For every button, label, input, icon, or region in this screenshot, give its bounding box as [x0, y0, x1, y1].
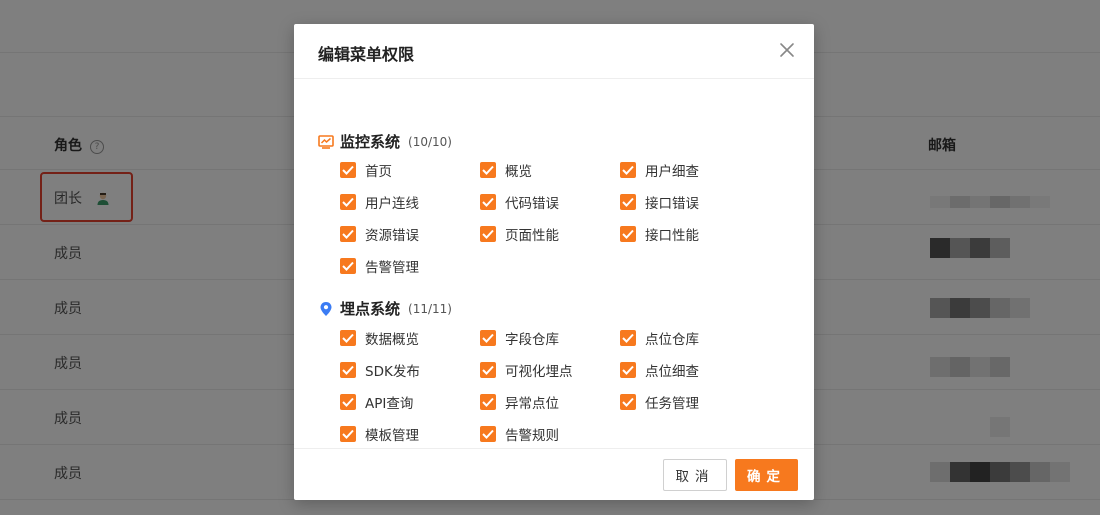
checkbox-label: 任务管理	[645, 396, 699, 412]
checkbox-checked-icon[interactable]	[620, 330, 636, 346]
modal-title: 编辑菜单权限	[318, 45, 415, 64]
checkbox-item[interactable]: 告警管理	[340, 256, 419, 276]
section-title: 监控系统	[340, 133, 401, 151]
checkbox-item[interactable]: 异常点位	[480, 392, 559, 412]
checkbox-label: 告警管理	[365, 260, 419, 276]
checkbox-label: 数据概览	[365, 332, 419, 348]
checkbox-item[interactable]: 接口错误	[620, 192, 699, 212]
checkbox-checked-icon[interactable]	[620, 394, 636, 410]
checkbox-label: 点位细查	[645, 364, 699, 380]
cancel-button[interactable]: 取消	[663, 459, 727, 491]
checkbox-item[interactable]: 告警规则	[480, 424, 559, 444]
checkbox-label: 页面性能	[505, 228, 559, 244]
checkbox-label: 代码错误	[505, 196, 559, 212]
checkbox-checked-icon[interactable]	[340, 162, 356, 178]
checkbox-item[interactable]: 页面性能	[480, 224, 559, 244]
checkbox-item[interactable]: API查询	[340, 392, 413, 412]
checkbox-label: 概览	[505, 164, 532, 180]
checkbox-label: SDK发布	[365, 364, 420, 380]
location-pin-icon	[320, 301, 332, 316]
checkbox-checked-icon[interactable]	[340, 426, 356, 442]
checkbox-checked-icon[interactable]	[480, 226, 496, 242]
checkbox-label: 首页	[365, 164, 392, 180]
checkbox-item[interactable]: 字段仓库	[480, 328, 559, 348]
checkbox-item[interactable]: 资源错误	[340, 224, 419, 244]
checkbox-checked-icon[interactable]	[620, 162, 636, 178]
section-count: (10/10)	[408, 134, 452, 149]
checkbox-item[interactable]: 接口性能	[620, 224, 699, 244]
checkbox-item[interactable]: 点位仓库	[620, 328, 699, 348]
checkbox-label: 异常点位	[505, 396, 559, 412]
checkbox-label: 用户连线	[365, 196, 419, 212]
checkbox-label: 字段仓库	[505, 332, 559, 348]
checkbox-item[interactable]: 概览	[480, 160, 532, 180]
modal-header: 编辑菜单权限	[294, 24, 814, 79]
checkbox-item[interactable]: 数据概览	[340, 328, 419, 348]
checkbox-checked-icon[interactable]	[340, 194, 356, 210]
section-monitor: 监控系统 (10/10)	[318, 131, 452, 152]
checkbox-checked-icon[interactable]	[620, 194, 636, 210]
checkbox-checked-icon[interactable]	[340, 394, 356, 410]
edit-menu-permission-dialog: 编辑菜单权限 监控系统 (10/10) 首页 概览 用户细查 用户连线 代码错误…	[294, 24, 814, 500]
checkbox-item[interactable]: 用户细查	[620, 160, 699, 180]
monitor-chart-icon	[318, 134, 334, 149]
checkbox-label: 用户细查	[645, 164, 699, 180]
section-title: 埋点系统	[340, 300, 401, 318]
section-count: (11/11)	[408, 301, 452, 316]
checkbox-checked-icon[interactable]	[480, 330, 496, 346]
checkbox-item[interactable]: 可视化埋点	[480, 360, 573, 380]
checkbox-label: 可视化埋点	[505, 364, 573, 380]
checkbox-item[interactable]: 模板管理	[340, 424, 419, 444]
checkbox-checked-icon[interactable]	[480, 162, 496, 178]
checkbox-label: API查询	[365, 396, 414, 412]
close-icon[interactable]	[778, 41, 796, 59]
checkbox-checked-icon[interactable]	[620, 226, 636, 242]
checkbox-checked-icon[interactable]	[340, 226, 356, 242]
checkbox-checked-icon[interactable]	[620, 362, 636, 378]
checkbox-item[interactable]: 任务管理	[620, 392, 699, 412]
checkbox-item[interactable]: 首页	[340, 160, 392, 180]
checkbox-label: 接口错误	[645, 196, 699, 212]
modal-footer: 取消 确定	[294, 448, 814, 501]
section-tracking: 埋点系统 (11/11)	[318, 298, 452, 319]
checkbox-item[interactable]: SDK发布	[340, 360, 420, 380]
checkbox-checked-icon[interactable]	[480, 426, 496, 442]
checkbox-item[interactable]: 代码错误	[480, 192, 559, 212]
checkbox-item[interactable]: 用户连线	[340, 192, 419, 212]
checkbox-label: 告警规则	[505, 428, 559, 444]
checkbox-label: 模板管理	[365, 428, 419, 444]
checkbox-label: 接口性能	[645, 228, 699, 244]
checkbox-item[interactable]: 点位细查	[620, 360, 699, 380]
checkbox-checked-icon[interactable]	[340, 258, 356, 274]
checkbox-checked-icon[interactable]	[480, 194, 496, 210]
checkbox-checked-icon[interactable]	[480, 394, 496, 410]
checkbox-checked-icon[interactable]	[340, 330, 356, 346]
checkbox-label: 点位仓库	[645, 332, 699, 348]
checkbox-checked-icon[interactable]	[480, 362, 496, 378]
confirm-button[interactable]: 确定	[735, 459, 798, 491]
checkbox-label: 资源错误	[365, 228, 419, 244]
modal-body: 监控系统 (10/10) 首页 概览 用户细查 用户连线 代码错误 接口错误 资…	[294, 79, 814, 449]
checkbox-checked-icon[interactable]	[340, 362, 356, 378]
